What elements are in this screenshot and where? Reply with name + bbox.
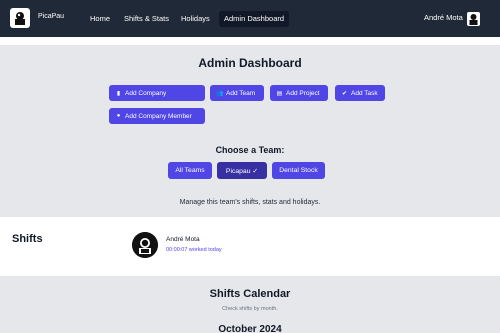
add-company-member-button[interactable]: ● Add Company Member (109, 108, 205, 124)
shifts-section: Shifts André Mota 00:00:07 worked today (0, 217, 500, 276)
choose-team-title: Choose a Team: (215, 145, 285, 155)
shifts-calendar-subtitle: Check shifts by month. (222, 306, 278, 312)
clipboard-icon: ▤ (276, 90, 283, 97)
team-option-all-teams[interactable]: All Teams (168, 162, 212, 179)
team-icon: 👥 (216, 90, 224, 97)
add-company-member-label: Add Company Member (125, 112, 192, 120)
shifts-title: Shifts (12, 233, 43, 245)
nav-link-home[interactable]: Home (85, 11, 115, 27)
nav-link-shifts-stats[interactable]: Shifts & Stats (119, 11, 174, 27)
manage-team-text: Manage this team's shifts, stats and hol… (179, 199, 321, 206)
add-project-button[interactable]: ▤ Add Project (270, 85, 328, 101)
nav-link-admin-dashboard[interactable]: Admin Dashboard (219, 11, 290, 27)
shift-worked-time: 00:00:07 worked today (166, 247, 222, 253)
shift-user-name: André Mota (166, 236, 200, 243)
check-circle-icon: ✔ (341, 90, 348, 97)
add-task-label: Add Task (351, 89, 378, 97)
shifts-calendar-title: Shifts Calendar (209, 288, 291, 300)
team-option-dental-stock[interactable]: Dental Stock (272, 162, 325, 179)
nav-link-holidays[interactable]: Holidays (176, 11, 215, 27)
user-icon: ● (116, 113, 121, 119)
user-name[interactable]: André Mota (424, 13, 463, 22)
calendar-month-label: October 2024 (218, 324, 282, 333)
add-company-label: Add Company (125, 89, 167, 97)
header-divider (0, 37, 500, 45)
building-icon: ▮ (116, 90, 121, 97)
team-option-picapau[interactable]: Picapau ✓ (217, 162, 267, 179)
add-task-button[interactable]: ✔ Add Task (335, 85, 385, 101)
add-project-label: Add Project (286, 89, 320, 97)
add-team-button[interactable]: 👥 Add Team (210, 85, 264, 101)
top-navbar: PicaPau Home Shifts & Stats Holidays Adm… (0, 0, 500, 37)
page-title: Admin Dashboard (198, 56, 302, 70)
add-team-label: Add Team (226, 89, 256, 97)
picapau-logo-icon[interactable] (10, 8, 30, 28)
shift-user-avatar[interactable] (132, 232, 158, 258)
user-avatar[interactable] (467, 12, 480, 26)
add-company-button[interactable]: ▮ Add Company (109, 85, 205, 101)
brand-name[interactable]: PicaPau (38, 13, 64, 20)
